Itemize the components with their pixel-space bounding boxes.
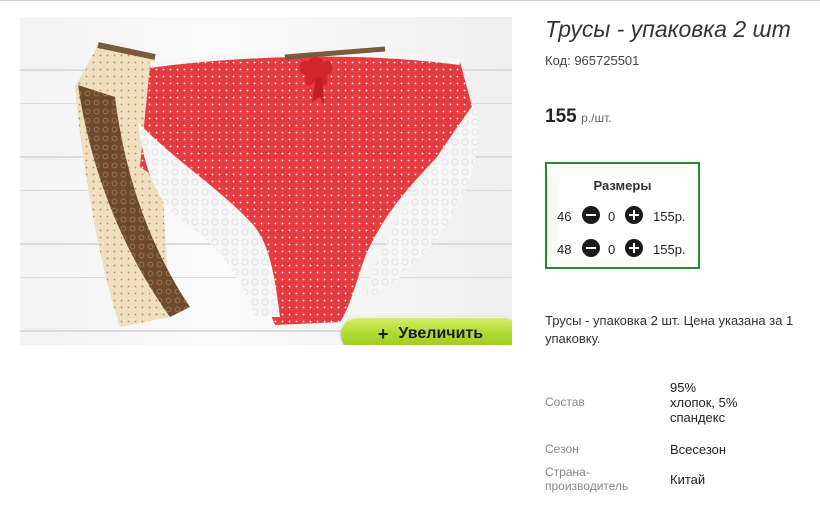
zoom-button-label: Увеличить: [398, 325, 484, 342]
spec-table: Состав 95% хлопок, 5% спандекс Сезон Все…: [545, 370, 740, 494]
product-photo-illustration: [75, 42, 479, 327]
spec-row-composition: Состав 95% хлопок, 5% спандекс: [545, 370, 740, 434]
decrease-quantity-button[interactable]: [582, 239, 600, 257]
zoom-button[interactable]: + Увеличить: [341, 317, 512, 345]
product-title: Трусы - упаковка 2 шт: [545, 16, 791, 42]
spec-value: Всесезон: [670, 441, 727, 457]
sizes-title: Размеры: [593, 178, 652, 193]
size-quantity: 0: [608, 242, 616, 257]
product-code: Код: 965725501: [545, 53, 640, 68]
spec-value: Китай: [670, 471, 706, 487]
increase-quantity-button[interactable]: [625, 206, 643, 224]
spec-key: Состав: [545, 395, 585, 409]
product-price: 155 р./шт.: [545, 106, 612, 128]
increase-quantity-button[interactable]: [625, 239, 643, 257]
size-price: 155р.: [653, 209, 686, 224]
size-price: 155р.: [653, 242, 686, 257]
plus-icon: +: [377, 323, 389, 344]
spec-key: Сезон: [545, 442, 579, 456]
spec-row-country: Страна-производитель Китай: [545, 464, 740, 494]
size-row-46: 46 0 155р.: [547, 206, 698, 226]
spec-row-season: Сезон Всесезон: [545, 434, 740, 464]
price-unit: р./шт.: [581, 111, 612, 125]
size-row-48: 48 0 155р.: [547, 239, 698, 259]
size-label: 46: [557, 209, 572, 224]
product-description: Трусы - упаковка 2 шт. Цена указана за 1…: [545, 313, 794, 346]
product-image[interactable]: + Увеличить: [20, 17, 512, 345]
sizes-panel: Размеры 46 0 155р. 48 0 155р.: [545, 162, 700, 269]
spec-key: Страна-производитель: [545, 465, 629, 493]
size-quantity: 0: [608, 209, 616, 224]
top-divider: [0, 0, 820, 1]
size-label: 48: [557, 242, 572, 257]
decrease-quantity-button[interactable]: [582, 206, 600, 224]
price-amount: 155: [545, 106, 577, 127]
spec-value: 95% хлопок, 5% спандекс: [670, 379, 738, 425]
